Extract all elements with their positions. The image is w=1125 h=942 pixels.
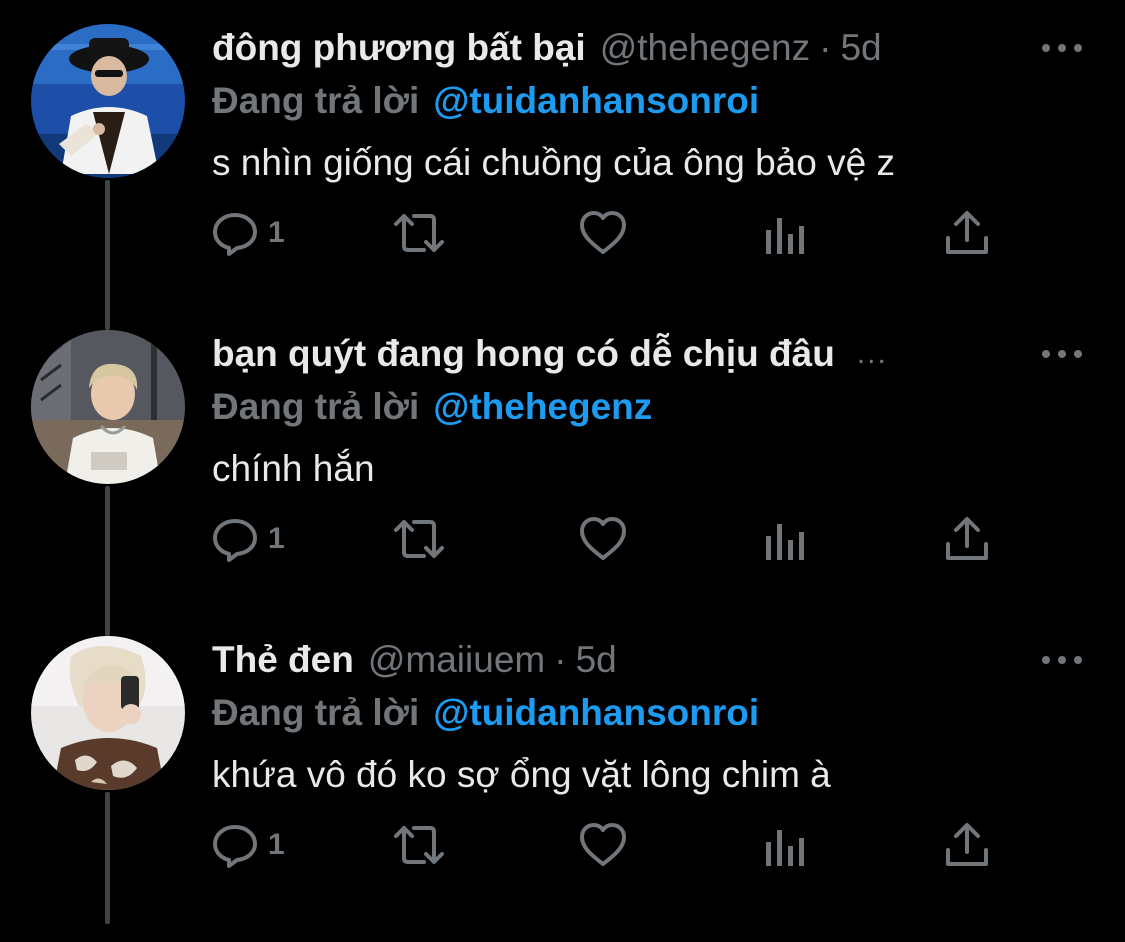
avatar[interactable]: [31, 24, 185, 178]
action-bar: 1: [210, 202, 1010, 264]
reply-context: Đang trả lời @tuidanhansonroi: [212, 688, 759, 738]
analytics-icon: [766, 830, 804, 866]
reply-count: 1: [268, 522, 285, 555]
reply-icon: [213, 213, 257, 256]
more-options-icon[interactable]: [1042, 40, 1082, 56]
retweet-icon: [394, 520, 444, 558]
reply-count: 1: [268, 216, 285, 249]
retweet-icon: [394, 214, 444, 252]
like-icon: [580, 517, 626, 560]
timestamp[interactable]: 5d: [840, 27, 881, 69]
retweet-icon: [394, 826, 444, 864]
tweet[interactable]: Thẻ đen @maiiuem · 5d Đang trả lời @tuid…: [0, 636, 1125, 942]
share-icon: [946, 517, 988, 560]
analytics-button[interactable]: [762, 202, 808, 264]
reply-icon: [213, 825, 257, 868]
tweet-header: đông phương bất bại @thehegenz · 5d: [212, 20, 985, 76]
reply-label: Đang trả lời: [212, 692, 420, 733]
reply-button[interactable]: 1: [210, 814, 285, 876]
avatar[interactable]: [31, 330, 185, 484]
analytics-button[interactable]: [762, 814, 808, 876]
analytics-button[interactable]: [762, 508, 808, 570]
action-bar: 1: [210, 508, 1010, 570]
separator-dot: ·: [554, 639, 567, 680]
timestamp[interactable]: 5d: [576, 639, 617, 681]
share-icon: [946, 211, 988, 254]
reply-context: Đang trả lời @thehegenz: [212, 382, 652, 432]
share-button[interactable]: [944, 508, 990, 570]
reply-button[interactable]: 1: [210, 202, 285, 264]
profile-photo-icon: [31, 330, 185, 484]
reply-context: Đang trả lời @tuidanhansonroi: [212, 76, 759, 126]
reply-button[interactable]: 1: [210, 508, 285, 570]
more-options-icon[interactable]: [1042, 346, 1082, 362]
share-icon: [946, 823, 988, 866]
like-icon: [580, 211, 626, 254]
reply-to-handle[interactable]: @tuidanhansonroi: [433, 80, 759, 122]
tweet[interactable]: bạn quýt đang hong có dễ chịu đâu ... Đa…: [0, 330, 1125, 636]
display-name[interactable]: bạn quýt đang hong có dễ chịu đâu: [212, 333, 835, 375]
user-handle[interactable]: @maiiuem: [368, 639, 545, 681]
like-button[interactable]: [578, 202, 628, 264]
separator-dot: ·: [819, 27, 832, 68]
analytics-icon: [766, 524, 804, 560]
share-button[interactable]: [944, 814, 990, 876]
name-truncation: ...: [856, 337, 888, 370]
analytics-icon: [766, 218, 804, 254]
tweet-header: bạn quýt đang hong có dễ chịu đâu ...: [212, 326, 985, 382]
share-button[interactable]: [944, 202, 990, 264]
like-button[interactable]: [578, 814, 628, 876]
tweet-text: chính hắn: [212, 448, 375, 489]
retweet-button[interactable]: [390, 202, 448, 264]
tweet-text: khứa vô đó ko sợ ổng vặt lông chim à: [212, 754, 831, 795]
display-name[interactable]: đông phương bất bại: [212, 27, 586, 69]
display-name[interactable]: Thẻ đen: [212, 639, 354, 681]
tweet-text: s nhìn giống cái chuồng của ông bảo vệ z: [212, 142, 895, 183]
reply-label: Đang trả lời: [212, 386, 420, 427]
profile-photo-icon: [31, 24, 185, 178]
action-bar: 1: [210, 814, 1010, 876]
like-icon: [580, 823, 626, 866]
retweet-button[interactable]: [390, 814, 448, 876]
tweet-header: Thẻ đen @maiiuem · 5d: [212, 632, 985, 688]
reply-to-handle[interactable]: @thehegenz: [433, 386, 652, 428]
retweet-button[interactable]: [390, 508, 448, 570]
user-handle[interactable]: @thehegenz: [600, 27, 810, 69]
like-button[interactable]: [578, 508, 628, 570]
more-options-icon[interactable]: [1042, 652, 1082, 668]
reply-count: 1: [268, 828, 285, 861]
reply-label: Đang trả lời: [212, 80, 420, 121]
reply-to-handle[interactable]: @tuidanhansonroi: [433, 692, 759, 734]
profile-photo-icon: [31, 636, 185, 790]
avatar[interactable]: [31, 636, 185, 790]
reply-icon: [213, 519, 257, 562]
tweet[interactable]: đông phương bất bại @thehegenz · 5d Đang…: [0, 24, 1125, 330]
